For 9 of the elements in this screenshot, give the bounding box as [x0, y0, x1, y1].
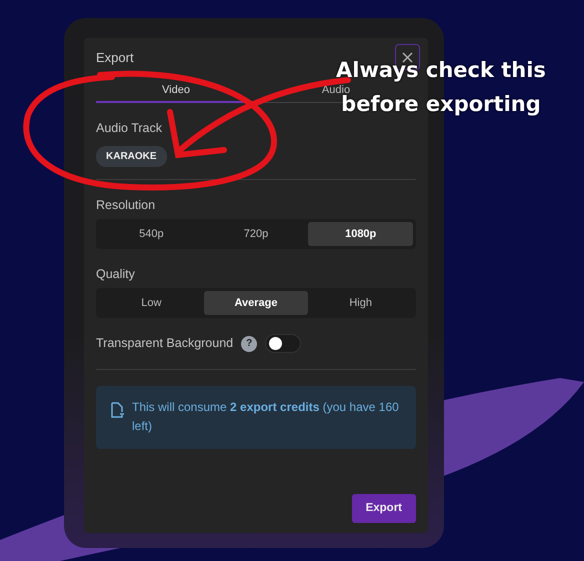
audio-track-chip: KARAOKE — [96, 146, 167, 167]
section-label: Audio Track — [96, 120, 164, 137]
toggle-label: Transparent Background — [96, 335, 234, 352]
annotation-text: Always check this — [336, 60, 546, 81]
dialog-title: Export — [96, 49, 134, 67]
annotation-text: before exporting — [341, 94, 541, 115]
section-label: Quality — [96, 266, 136, 283]
credits-notice: This will consume 2 export credits (you have 160 left) — [132, 399, 400, 436]
section-label: Resolution — [96, 196, 156, 214]
